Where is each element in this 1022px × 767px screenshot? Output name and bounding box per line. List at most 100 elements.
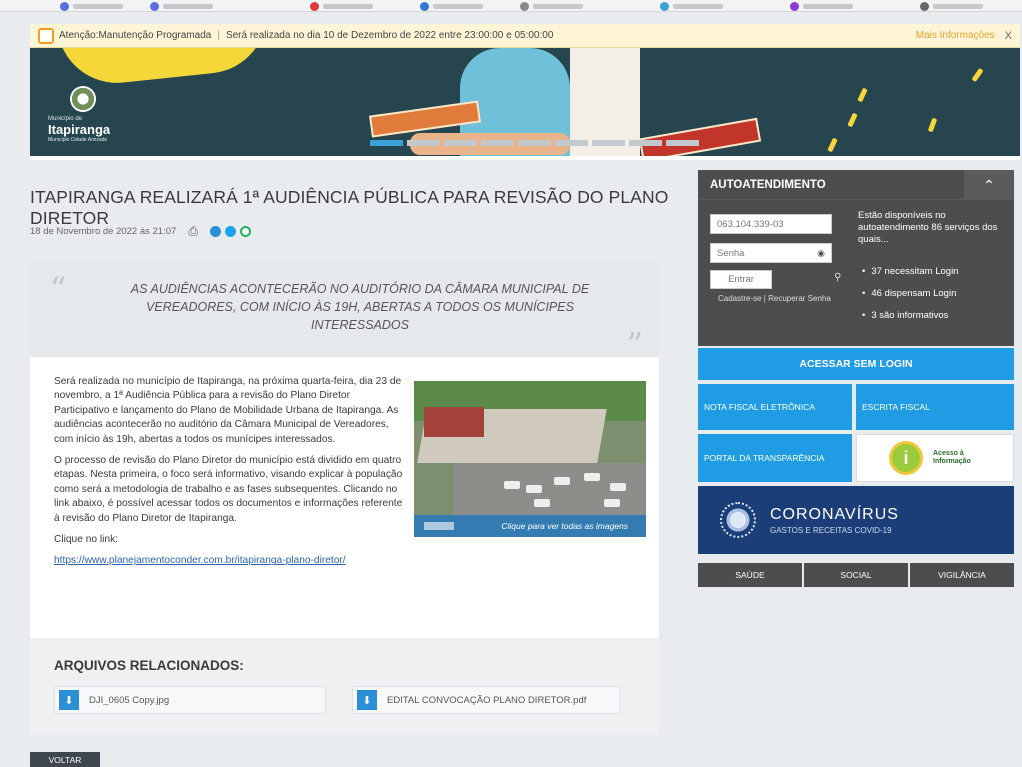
bookmark-item[interactable] xyxy=(660,1,723,11)
slide-indicator[interactable] xyxy=(629,140,662,146)
coronavirus-title: CORONAVÍRUS xyxy=(770,505,899,523)
back-button[interactable]: VOLTAR xyxy=(30,752,100,767)
coronavirus-banner[interactable]: CORONAVÍRUS GASTOS E RECEITAS COVID-19 xyxy=(698,486,1014,554)
article-paragraph: Será realizada no município de Itapirang… xyxy=(54,376,402,445)
bookmark-icon xyxy=(310,1,319,11)
services-breakdown-item: 46 dispensam Login xyxy=(862,288,958,299)
alert-message: Será realizada no dia 10 de Dezembro de … xyxy=(225,30,554,41)
services-breakdown: 37 necessitam Login 46 dispensam Login 3… xyxy=(862,266,958,332)
category-button-social[interactable]: SOCIAL xyxy=(804,563,908,587)
banner-decoration xyxy=(827,137,838,153)
file-download-item[interactable]: ⬇ EDITAL CONVOCAÇÃO PLANO DIRETOR.pdf xyxy=(352,686,620,714)
bookmark-item[interactable] xyxy=(420,1,483,11)
twitter-icon[interactable] xyxy=(224,226,236,237)
article-photo[interactable]: Clique para ver todas as imagens xyxy=(414,381,646,537)
info-icon: i xyxy=(889,441,923,475)
register-recover-link[interactable]: Cadastre-se | Recuperar Senha xyxy=(718,294,831,303)
services-breakdown-item: 37 necessitam Login xyxy=(862,266,958,277)
key-icon: ⚲ xyxy=(834,272,842,283)
banner-decoration xyxy=(927,117,938,133)
nota-fiscal-tile[interactable]: NOTA FISCAL ELETRÔNICA xyxy=(698,384,852,430)
hero-banner[interactable]: Município de Itapiranga Município Cidade… xyxy=(30,48,1020,160)
related-files-title: ARQUIVOS RELACIONADOS: xyxy=(54,658,244,673)
facebook-icon[interactable] xyxy=(209,226,221,237)
banner-photo-book xyxy=(638,117,762,156)
article-text: Será realizada no município de Itapirang… xyxy=(54,375,406,576)
bookmark-item[interactable] xyxy=(310,1,373,11)
alert-more-info-link[interactable]: Mais Informações xyxy=(916,30,995,41)
banner-decoration xyxy=(857,87,868,103)
site-logo[interactable]: Município de Itapiranga Município Cidade… xyxy=(48,86,128,143)
download-icon: ⬇ xyxy=(59,690,79,710)
bookmark-icon xyxy=(660,1,669,11)
slide-indicator[interactable] xyxy=(666,140,699,146)
category-button-saude[interactable]: SAÚDE xyxy=(698,563,802,587)
banner-slide-indicators xyxy=(370,140,699,146)
self-service-panel: AUTOATENDIMENTO ⌃ 063.104.339-03 Senha ◉… xyxy=(698,170,1014,346)
self-service-title: AUTOATENDIMENTO xyxy=(710,178,826,191)
password-input[interactable]: Senha ◉ xyxy=(710,243,832,263)
alert-label: Atenção:Manutenção Programada xyxy=(59,30,212,41)
browser-bookmarks-bar xyxy=(0,0,1022,12)
bookmark-icon xyxy=(150,1,159,11)
bookmark-icon xyxy=(420,1,429,11)
file-name: EDITAL CONVOCAÇÃO PLANO DIRETOR.pdf xyxy=(387,694,587,706)
virus-icon xyxy=(720,502,756,538)
article-body: Será realizada no município de Itapirang… xyxy=(30,357,659,638)
related-files: ARQUIVOS RELACIONADOS: ⬇ DJI_0605 Copy.j… xyxy=(30,638,659,735)
slide-indicator[interactable] xyxy=(407,140,440,146)
bookmark-icon xyxy=(520,1,529,11)
logo-tagline: Município Cidade Amizade xyxy=(48,137,108,143)
slide-indicator[interactable] xyxy=(592,140,625,146)
bookmark-item[interactable] xyxy=(520,1,583,11)
article-date: 18 de Novembro de 2022 às 21:07 xyxy=(30,226,177,237)
password-placeholder: Senha xyxy=(717,247,745,259)
escrita-fiscal-tile[interactable]: ESCRITA FISCAL xyxy=(856,384,1014,430)
article-paragraph: O processo de revisão do Plano Diretor d… xyxy=(54,455,403,524)
article-meta: 18 de Novembro de 2022 às 21:07 ⎙ xyxy=(30,224,251,239)
coronavirus-subtitle: GASTOS E RECEITAS COVID-19 xyxy=(770,525,892,535)
cpf-input[interactable]: 063.104.339-03 xyxy=(710,214,832,234)
bookmark-item[interactable] xyxy=(60,1,123,11)
bookmark-item[interactable] xyxy=(150,1,213,11)
file-name: DJI_0605 Copy.jpg xyxy=(89,694,170,706)
logo-name: Itapiranga xyxy=(48,122,111,137)
whatsapp-icon[interactable] xyxy=(239,226,251,237)
quote-text: AS AUDIÊNCIAS ACONTECERÃO NO AUDITÓRIO D… xyxy=(130,282,590,332)
download-icon: ⬇ xyxy=(357,690,377,710)
banner-decoration xyxy=(847,112,858,128)
bookmark-item[interactable] xyxy=(920,1,983,11)
transparency-portal-tile[interactable]: PORTAL DA TRANSPARÊNCIA xyxy=(698,434,852,482)
slide-indicator[interactable] xyxy=(518,140,551,146)
bookmark-icon xyxy=(60,1,69,11)
category-button-vigilancia[interactable]: VIGILÂNCIA xyxy=(910,563,1014,587)
quote-open-icon: “ xyxy=(50,270,67,308)
slide-indicator[interactable] xyxy=(370,140,403,146)
bookmark-icon xyxy=(790,1,799,11)
banner-decoration xyxy=(57,48,273,89)
photo-caption[interactable]: Clique para ver todas as imagens xyxy=(414,515,646,537)
access-to-information-tile[interactable]: i Acesso à Informação xyxy=(856,434,1014,482)
alert-close-button[interactable]: X xyxy=(1005,30,1012,42)
collapse-icon[interactable]: ⌃ xyxy=(964,170,1014,200)
maintenance-alert-bar: Atenção:Manutenção Programada | Será rea… xyxy=(30,24,1020,48)
bookmark-icon xyxy=(920,1,929,11)
photo-caption-text: Clique para ver todas as imagens xyxy=(501,521,628,531)
link-intro: Clique no link: xyxy=(54,534,118,546)
bookmark-item[interactable] xyxy=(790,1,853,11)
alert-divider: | xyxy=(217,30,220,41)
banner-decoration xyxy=(971,67,984,83)
slide-indicator[interactable] xyxy=(555,140,588,146)
slide-indicator[interactable] xyxy=(481,140,514,146)
file-download-item[interactable]: ⬇ DJI_0605 Copy.jpg xyxy=(54,686,326,714)
slide-indicator[interactable] xyxy=(444,140,477,146)
print-icon[interactable]: ⎙ xyxy=(188,224,198,239)
login-button[interactable]: Entrar xyxy=(710,270,772,289)
plano-diretor-link[interactable]: https://www.planejamentoconder.com.br/it… xyxy=(54,555,346,566)
show-password-icon[interactable]: ◉ xyxy=(817,248,825,259)
access-without-login-button[interactable]: ACESSAR SEM LOGIN xyxy=(698,348,1014,380)
gallery-icon xyxy=(424,522,454,530)
article-title: ITAPIRANGA REALIZARÁ 1ª AUDIÊNCIA PÚBLIC… xyxy=(30,187,669,228)
warning-icon xyxy=(38,27,54,44)
article-highlight-quote: “ AS AUDIÊNCIAS ACONTECERÃO NO AUDITÓRIO… xyxy=(30,262,659,363)
